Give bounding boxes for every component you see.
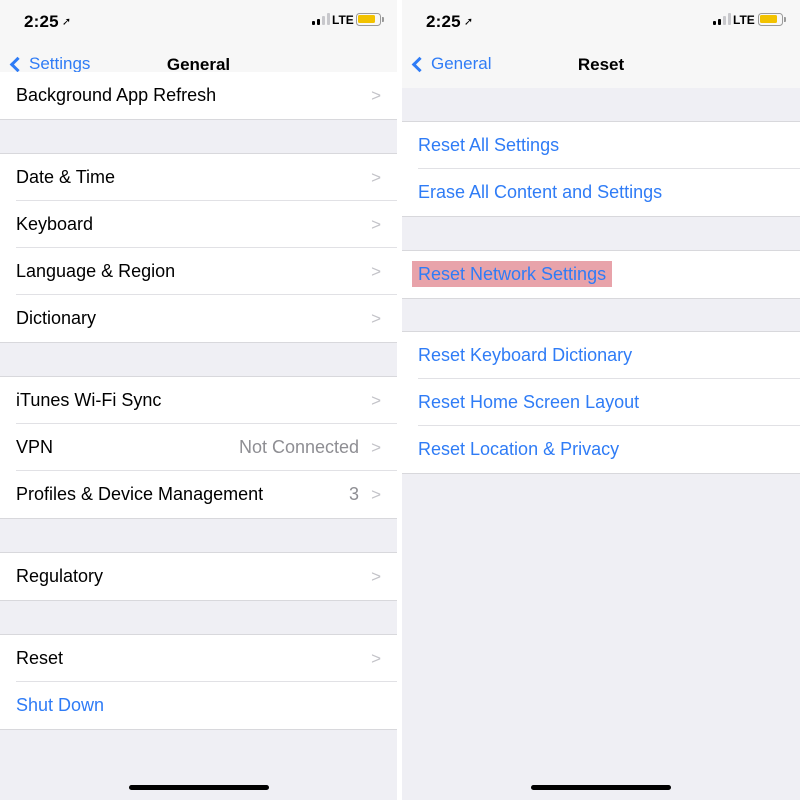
chevron-right-icon: >: [371, 566, 381, 586]
row-date-time[interactable]: Date & Time >: [0, 154, 397, 201]
row-profiles[interactable]: Profiles & Device Management 3 >: [0, 471, 397, 518]
status-time: 2:25 ➚: [426, 12, 474, 31]
vpn-status: Not Connected: [238, 437, 360, 457]
chevron-right-icon: >: [371, 261, 381, 281]
row-label: Reset Location & Privacy: [418, 439, 620, 459]
row-label: Erase All Content and Settings: [418, 182, 663, 202]
home-indicator[interactable]: [128, 785, 269, 790]
row-reset-keyboard-dictionary[interactable]: Reset Keyboard Dictionary: [402, 332, 800, 379]
cellular-signal-icon: [312, 13, 332, 25]
row-vpn[interactable]: VPN Not Connected >: [0, 424, 397, 471]
row-itunes-wifi-sync[interactable]: iTunes Wi-Fi Sync >: [0, 377, 397, 424]
chevron-right-icon: >: [371, 648, 381, 668]
chevron-right-icon: >: [371, 85, 381, 105]
row-label: Reset Home Screen Layout: [418, 392, 640, 412]
reset-screen: 2:25 ➚ LTE General Reset Reset All Settin…: [402, 0, 800, 800]
chevron-right-icon: >: [371, 167, 381, 187]
row-dictionary[interactable]: Dictionary >: [0, 295, 397, 342]
row-shut-down[interactable]: Shut Down: [0, 682, 397, 729]
group-refresh: Background App Refresh >: [0, 72, 397, 120]
row-reset-home-screen-layout[interactable]: Reset Home Screen Layout: [402, 379, 800, 426]
chevron-right-icon: >: [371, 214, 381, 234]
group-reset-all: Reset All Settings Erase All Content and…: [402, 121, 800, 217]
location-arrow-icon: ➚: [463, 16, 474, 28]
group-regulatory: Regulatory >: [0, 552, 397, 601]
home-indicator[interactable]: [531, 785, 671, 790]
row-label: Reset: [16, 648, 64, 668]
chevron-right-icon: >: [371, 437, 381, 457]
cellular-signal-icon: [713, 13, 733, 25]
group-network: Reset Network Settings: [402, 250, 800, 299]
row-language-region[interactable]: Language & Region >: [0, 248, 397, 295]
status-bar: 2:25 ➚ LTE: [402, 0, 800, 44]
row-label: Reset Network Settings: [412, 261, 800, 287]
row-label: Dictionary: [16, 308, 97, 328]
row-label: Date & Time: [16, 167, 116, 187]
row-reset[interactable]: Reset >: [0, 635, 397, 682]
group-datetime: Date & Time > Keyboard > Language & Regi…: [0, 153, 397, 343]
chevron-right-icon: >: [371, 484, 381, 504]
chevron-right-icon: >: [371, 308, 381, 328]
location-arrow-icon: ➚: [61, 16, 72, 28]
general-screen: 2:25 ➚ LTE Settings General Background Ap…: [0, 0, 397, 800]
row-reset-network-settings[interactable]: Reset Network Settings: [402, 251, 800, 298]
group-other-resets: Reset Keyboard Dictionary Reset Home Scr…: [402, 331, 800, 474]
row-erase-all[interactable]: Erase All Content and Settings: [402, 169, 800, 216]
row-reset-all-settings[interactable]: Reset All Settings: [402, 122, 800, 169]
row-label: Language & Region: [16, 261, 176, 281]
row-label: Keyboard: [16, 214, 94, 234]
row-keyboard[interactable]: Keyboard >: [0, 201, 397, 248]
chevron-right-icon: >: [371, 390, 381, 410]
row-label: iTunes Wi-Fi Sync: [16, 390, 162, 410]
group-reset: Reset > Shut Down: [0, 634, 397, 730]
row-label: Reset Keyboard Dictionary: [418, 345, 633, 365]
row-reset-location-privacy[interactable]: Reset Location & Privacy: [402, 426, 800, 473]
network-type: LTE: [733, 13, 755, 27]
group-sync: iTunes Wi-Fi Sync > VPN Not Connected > …: [0, 376, 397, 519]
network-type: LTE: [332, 13, 354, 27]
row-background-app-refresh[interactable]: Background App Refresh >: [0, 72, 397, 119]
row-label: VPN: [16, 437, 54, 457]
status-time: 2:25 ➚: [24, 12, 72, 31]
profiles-count: 3: [349, 484, 360, 504]
row-label: Profiles & Device Management: [16, 484, 264, 504]
battery-icon: [356, 13, 384, 26]
nav-bar: General Reset: [402, 44, 800, 88]
row-label: Shut Down: [16, 695, 105, 715]
row-regulatory[interactable]: Regulatory >: [0, 553, 397, 600]
highlight-marker: Reset Network Settings: [412, 261, 613, 287]
battery-icon: [758, 13, 786, 26]
row-label: Regulatory: [16, 566, 104, 586]
status-bar: 2:25 ➚ LTE: [0, 0, 397, 44]
row-label: Reset All Settings: [418, 135, 560, 155]
row-label: Background App Refresh: [16, 85, 217, 105]
page-title: Reset: [577, 55, 625, 74]
